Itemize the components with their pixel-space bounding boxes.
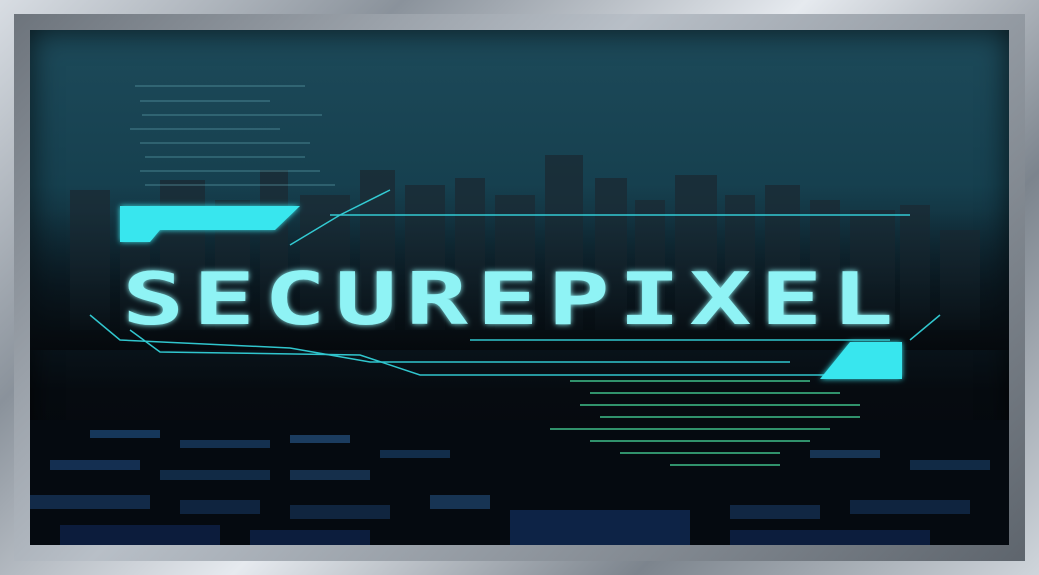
logo-text: SECUREPIXEL [122, 257, 902, 341]
code-scatter-left [130, 85, 335, 186]
pixel-floor [30, 420, 1009, 545]
logo-screen: SECUREPIXEL [30, 30, 1009, 545]
logo-artwork: SECUREPIXEL [30, 85, 1009, 545]
